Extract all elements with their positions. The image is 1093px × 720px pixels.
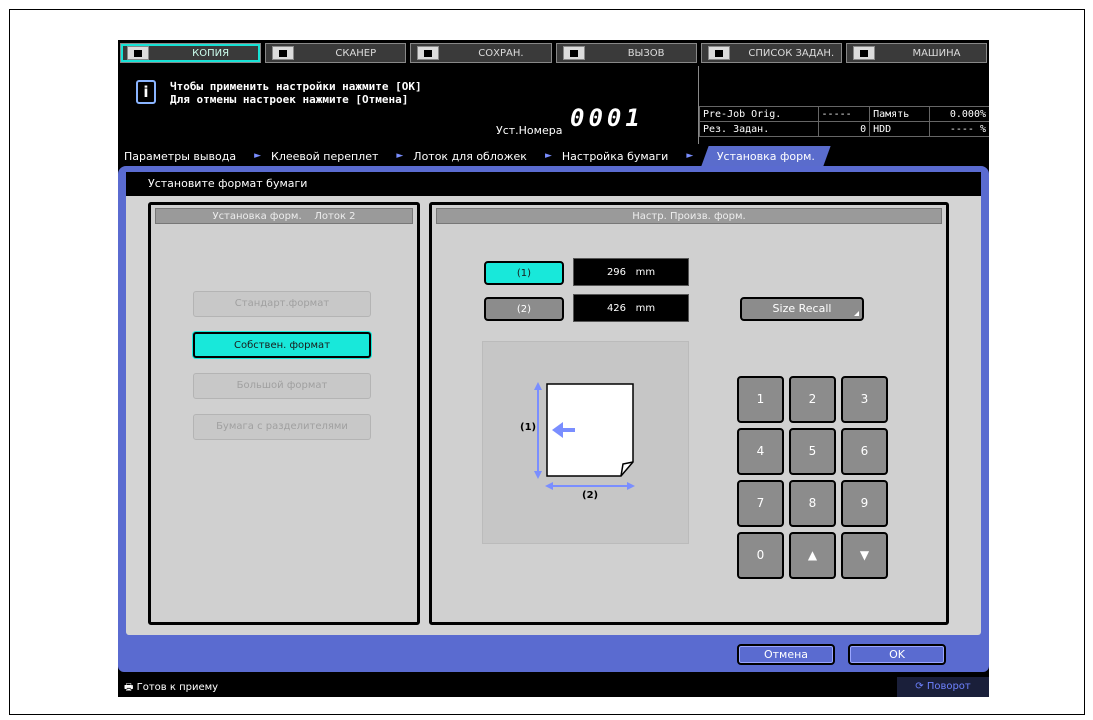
- dimension-1-value: 296: [606, 267, 627, 278]
- ready-status-text: Готов к приему: [136, 682, 219, 693]
- page-title: Установите формат бумаги: [126, 172, 981, 196]
- keypad-8[interactable]: 8: [789, 480, 836, 527]
- breadcrumb-label: Установка форм.: [717, 149, 816, 163]
- dimension-1-value-field[interactable]: 296 mm: [573, 258, 689, 286]
- dimension-2-button[interactable]: (2): [484, 297, 564, 321]
- tab-recall[interactable]: ВЫЗОВ: [555, 43, 697, 63]
- custom-size-panel: Настр. Произв. форм. (1) 296 mm (2) 426 …: [429, 202, 949, 625]
- breadcrumb-label: Клеевой переплет: [271, 149, 379, 163]
- tab-job-list[interactable]: СПИСОК ЗАДАН.: [700, 43, 842, 63]
- size-recall-button[interactable]: Size Recall: [740, 297, 864, 321]
- info-icon: i: [136, 80, 156, 104]
- rotate-icon: ⟳: [915, 681, 924, 692]
- diagram-label-2: (2): [582, 490, 599, 501]
- arrow-right-icon: ►: [686, 151, 694, 161]
- recall-icon: [562, 46, 585, 60]
- hdd-label: HDD: [869, 121, 931, 137]
- keypad-1[interactable]: 1: [737, 376, 784, 423]
- machine-icon: [852, 46, 875, 60]
- increment-button[interactable]: ▲: [789, 532, 836, 579]
- ready-status: 🖶 Готов к приему: [124, 680, 218, 697]
- main-panel: Установите формат бумаги Установка форм.…: [118, 166, 989, 672]
- tab-label: КОПИЯ: [192, 47, 230, 59]
- message-area: i Чтобы применить настройки нажмите [OK]…: [118, 66, 989, 144]
- breadcrumb-item-paper-setting[interactable]: Настройка бумаги ►: [558, 146, 699, 166]
- wide-size-button[interactable]: Большой формат: [193, 373, 371, 399]
- copy-icon: [127, 46, 149, 60]
- breadcrumb-label: Параметры вывода: [124, 149, 237, 163]
- memory-label: Память: [869, 106, 931, 122]
- message-line: Чтобы применить настройки нажмите [OK]: [170, 80, 422, 93]
- keypad-0[interactable]: 0: [737, 532, 784, 579]
- arrow-right-icon: ►: [396, 151, 404, 161]
- set-number-value: 0001: [570, 104, 644, 132]
- breadcrumb-label: Лоток для обложек: [413, 149, 527, 163]
- cancel-button[interactable]: Отмена: [737, 644, 835, 665]
- standard-size-button[interactable]: Стандарт.формат: [193, 291, 371, 317]
- control-panel-screen: КОПИЯ СКАНЕР СОХРАН. ВЫЗОВ СПИСОК ЗАДАН.…: [118, 40, 989, 697]
- printer-icon: 🖶: [124, 682, 134, 693]
- keypad-7[interactable]: 7: [737, 480, 784, 527]
- paper-size-diagram: (1) (2): [482, 341, 689, 544]
- reserve-value: 0: [817, 121, 871, 137]
- hdd-value: ---- %: [929, 121, 989, 137]
- breadcrumb-item-output[interactable]: Параметры вывода ►: [120, 146, 267, 166]
- memory-value: 0.000%: [929, 106, 989, 122]
- size-type-title: Установка форм. Лоток 2: [155, 208, 413, 224]
- breadcrumb-item-size-setting: Установка форм.: [701, 146, 832, 166]
- dimension-2-unit: mm: [635, 303, 656, 314]
- rotate-button[interactable]: ⟳ Поворот: [897, 677, 989, 697]
- keypad-2[interactable]: 2: [789, 376, 836, 423]
- set-number-label: Уст.Номера: [496, 124, 563, 137]
- keypad-9[interactable]: 9: [841, 480, 888, 527]
- dimension-1-button[interactable]: (1): [484, 261, 564, 285]
- prejob-value: -----: [817, 106, 871, 122]
- custom-size-button[interactable]: Собствен. формат: [193, 332, 371, 358]
- tab-paper-button[interactable]: Бумага с разделителями: [193, 414, 371, 440]
- tab-label: СОХРАН.: [478, 47, 524, 59]
- arrow-right-icon: ►: [544, 151, 552, 161]
- status-bar: 🖶 Готов к приему ⟳ Поворот: [118, 677, 989, 697]
- tab-label: МАШИНА: [912, 47, 961, 59]
- instruction-message: Чтобы применить настройки нажмите [OK] Д…: [170, 80, 422, 106]
- save-icon: [417, 46, 440, 60]
- arrow-right-icon: ►: [254, 151, 262, 161]
- tab-label: СКАНЕР: [335, 47, 377, 59]
- message-line: Для отмены настроек нажмите [Отмена]: [170, 93, 409, 106]
- tab-save[interactable]: СОХРАН.: [410, 43, 552, 63]
- breadcrumb-item-binding[interactable]: Клеевой переплет ►: [267, 146, 409, 166]
- breadcrumb: Параметры вывода ► Клеевой переплет ► Лото…: [118, 144, 989, 166]
- tab-machine[interactable]: МАШИНА: [845, 43, 988, 63]
- paper-diagram-graphic: [534, 382, 635, 490]
- reserve-label: Рез. Задан.: [699, 121, 819, 137]
- tab-copy[interactable]: КОПИЯ: [120, 43, 262, 63]
- footer-buttons: Отмена OK: [118, 644, 989, 668]
- decrement-button[interactable]: ▼: [841, 532, 888, 579]
- prejob-label: Pre-Job Orig.: [699, 106, 819, 122]
- tab-label: ВЫЗОВ: [627, 47, 665, 59]
- diagram-label-1: (1): [520, 422, 537, 433]
- breadcrumb-label: Настройка бумаги: [561, 149, 669, 163]
- keypad-6[interactable]: 6: [841, 428, 888, 475]
- tab-scanner[interactable]: СКАНЕР: [265, 43, 407, 63]
- breadcrumb-item-cover-tray[interactable]: Лоток для обложек ►: [409, 146, 558, 166]
- dimension-2-value-field[interactable]: 426 mm: [573, 294, 689, 322]
- keypad-3[interactable]: 3: [841, 376, 888, 423]
- mode-tabs: КОПИЯ СКАНЕР СОХРАН. ВЫЗОВ СПИСОК ЗАДАН.…: [118, 40, 989, 66]
- custom-size-title: Настр. Произв. форм.: [436, 208, 942, 224]
- job-list-icon: [707, 46, 730, 60]
- size-type-panel: Установка форм. Лоток 2 Стандарт.формат …: [148, 202, 420, 625]
- scanner-icon: [272, 46, 295, 60]
- keypad-5[interactable]: 5: [789, 428, 836, 475]
- rotate-label: Поворот: [926, 681, 971, 692]
- keypad-4[interactable]: 4: [737, 428, 784, 475]
- ok-button[interactable]: OK: [848, 644, 946, 665]
- dimension-2-value: 426: [606, 303, 627, 314]
- tab-label: СПИСОК ЗАДАН.: [748, 47, 835, 59]
- dimension-1-unit: mm: [635, 267, 656, 278]
- status-panel: Pre-Job Orig. ----- Память 0.000% Рез. З…: [698, 66, 989, 144]
